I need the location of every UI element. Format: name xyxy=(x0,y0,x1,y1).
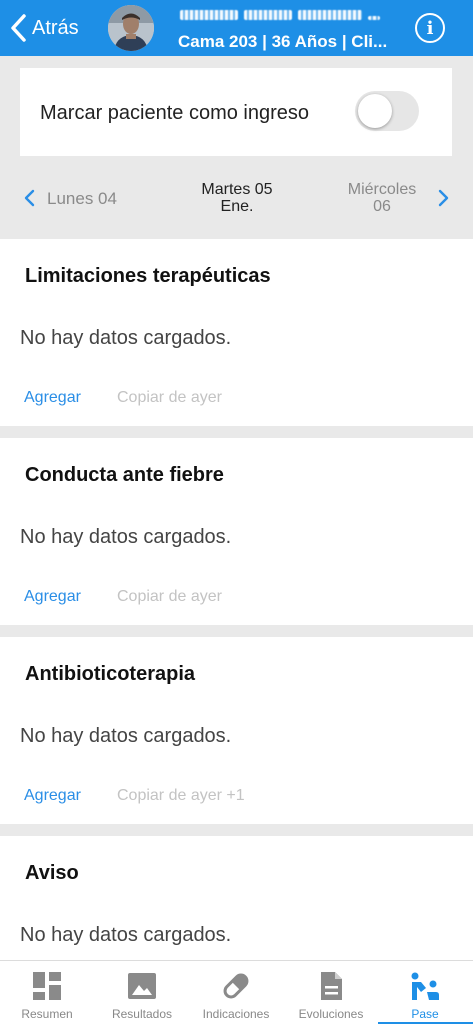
tab-indicaciones[interactable]: Indicaciones xyxy=(189,961,283,1024)
section-antibioticoterapia: Antibioticoterapia No hay datos cargados… xyxy=(0,637,473,824)
next-day[interactable]: Miércoles 06 xyxy=(333,181,431,215)
chevron-left-icon[interactable] xyxy=(20,188,40,208)
tab-label: Resumen xyxy=(21,1007,73,1021)
add-button[interactable]: Agregar xyxy=(24,588,81,606)
add-button[interactable]: Agregar xyxy=(24,787,81,805)
back-label: Atrás xyxy=(32,16,79,39)
tab-label: Evoluciones xyxy=(298,1007,364,1021)
section-aviso: Aviso No hay datos cargados. xyxy=(0,836,473,960)
tab-evoluciones[interactable]: Evoluciones xyxy=(284,961,378,1024)
tab-resumen[interactable]: Resumen xyxy=(0,961,94,1024)
info-icon: i xyxy=(426,17,434,39)
copy-yesterday-button[interactable]: Copiar de ayer +1 xyxy=(117,787,245,805)
next-day-number: 06 xyxy=(373,198,391,215)
tab-pase[interactable]: Pase xyxy=(378,961,472,1024)
section-title: Conducta ante fiebre xyxy=(25,464,224,486)
info-button[interactable]: i xyxy=(415,13,445,43)
admission-toggle[interactable] xyxy=(355,91,419,131)
add-button[interactable]: Agregar xyxy=(24,389,81,407)
current-day-name: Martes 05 xyxy=(201,181,273,198)
copy-yesterday-button[interactable]: Copiar de ayer xyxy=(117,588,222,606)
admission-toggle-label: Marcar paciente como ingreso xyxy=(40,102,310,124)
tab-label: Resultados xyxy=(111,1007,173,1021)
section-title: Aviso xyxy=(25,862,79,884)
empty-message: No hay datos cargados. xyxy=(20,526,232,548)
person-photo-icon xyxy=(108,5,154,51)
tab-label: Pase xyxy=(411,1007,439,1021)
image-icon xyxy=(128,973,156,999)
section-title: Antibioticoterapia xyxy=(25,663,196,685)
next-day-name: Miércoles xyxy=(347,181,417,198)
empty-message: No hay datos cargados. xyxy=(20,327,232,349)
section-title: Limitaciones terapéuticas xyxy=(25,265,271,287)
admission-card: Marcar paciente como ingreso xyxy=(20,68,452,156)
back-button[interactable]: Atrás xyxy=(10,11,79,45)
document-icon xyxy=(321,972,342,1000)
pill-icon xyxy=(223,973,249,999)
handoff-icon xyxy=(411,972,439,1000)
current-day: Martes 05 Ene. xyxy=(185,181,289,215)
patient-avatar[interactable] xyxy=(108,5,154,51)
empty-message: No hay datos cargados. xyxy=(20,725,232,747)
section-limitaciones: Limitaciones terapéuticas No hay datos c… xyxy=(0,239,473,426)
previous-day[interactable]: Lunes 04 xyxy=(47,189,117,209)
date-navigation: Lunes 04 Martes 05 Ene. Miércoles 06 xyxy=(0,170,473,232)
copy-yesterday-button[interactable]: Copiar de ayer xyxy=(117,389,222,407)
empty-message: No hay datos cargados. xyxy=(20,924,232,946)
toggle-knob xyxy=(358,94,392,128)
dashboard-icon xyxy=(33,972,61,1000)
section-conducta-fiebre: Conducta ante fiebre No hay datos cargad… xyxy=(0,438,473,625)
chevron-right-icon[interactable] xyxy=(433,188,453,208)
patient-name-redacted xyxy=(180,4,400,26)
tab-resultados[interactable]: Resultados xyxy=(95,961,189,1024)
bottom-navigation: Resumen Resultados Indicaciones Evolucio… xyxy=(0,960,473,1024)
app-header: Atrás Cama 203 | 36 Años | Cli... i xyxy=(0,0,473,56)
current-day-month: Ene. xyxy=(220,198,254,215)
tab-label: Indicaciones xyxy=(202,1007,270,1021)
chevron-left-icon xyxy=(11,14,26,42)
patient-info: Cama 203 | 36 Años | Cli... xyxy=(178,32,388,51)
